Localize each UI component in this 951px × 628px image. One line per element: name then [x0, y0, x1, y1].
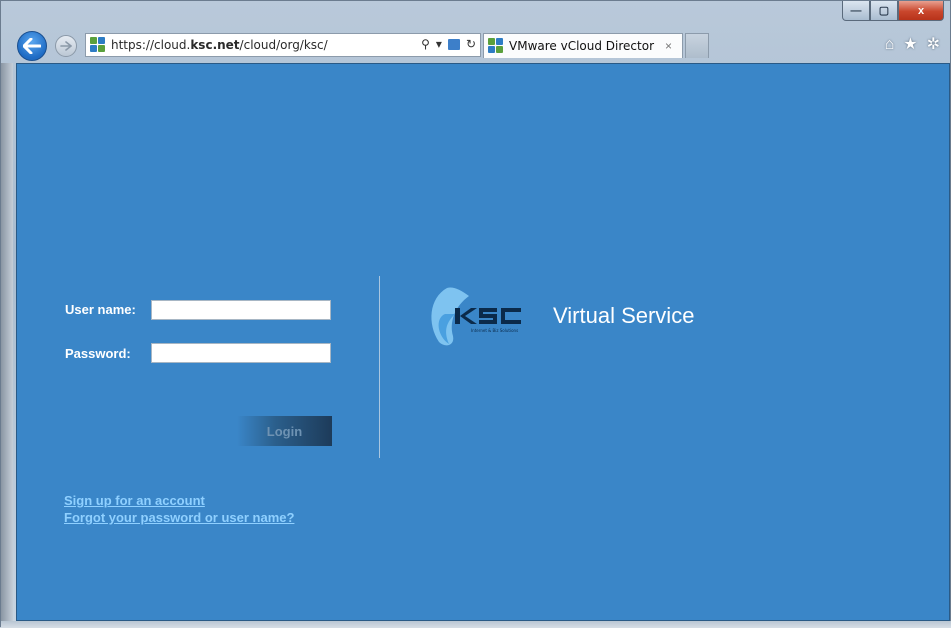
url-prefix: https://cloud. [111, 38, 191, 52]
tab-vcloud-director[interactable]: VMware vCloud Director × [483, 33, 683, 58]
caption-buttons: — ▢ x [842, 1, 944, 21]
minimize-button[interactable]: — [842, 1, 870, 21]
vmware-site-icon [90, 37, 106, 53]
refresh-icon[interactable]: ↻ [466, 37, 476, 51]
brand-name: Virtual Service [553, 303, 695, 328]
logo-lettering: Internet & Biz Solutions [455, 308, 521, 333]
back-button[interactable] [17, 31, 47, 61]
password-input[interactable] [151, 343, 331, 363]
url-suffix: /cloud/org/ksc/ [239, 38, 328, 52]
gear-icon[interactable]: ✲ [927, 37, 940, 53]
vertical-divider [379, 276, 380, 458]
address-bar-icons: ⚲ ▾ ↻ [421, 37, 476, 51]
search-icon[interactable]: ⚲ [421, 37, 430, 51]
maximize-button[interactable]: ▢ [870, 1, 898, 21]
vmware-tab-icon [488, 38, 504, 54]
home-icon[interactable]: ⌂ [885, 37, 895, 53]
page-content: User name: Password: Login Internet & Bi… [16, 63, 950, 621]
password-label: Password: [65, 346, 131, 361]
logo-tagline: Internet & Biz Solutions [471, 328, 518, 333]
login-button[interactable]: Login [237, 416, 332, 446]
browser-toolbar: ⌂ ★ ✲ [885, 37, 940, 53]
ksc-logo: Internet & Biz Solutions [431, 287, 521, 346]
close-window-button[interactable]: x [898, 1, 944, 21]
address-bar[interactable]: https://cloud.ksc.net/cloud/org/ksc/ ⚲ ▾… [85, 33, 481, 57]
username-label: User name: [65, 302, 136, 317]
tab-title: VMware vCloud Director [509, 39, 654, 53]
browser-window: — ▢ x https://cloud.ksc.net/cloud/org/ks… [0, 0, 951, 628]
window-left-edge [1, 63, 13, 628]
url-domain: ksc.net [190, 38, 240, 52]
username-input[interactable] [151, 300, 331, 320]
compatibility-icon[interactable] [447, 38, 460, 50]
favorites-star-icon[interactable]: ★ [903, 37, 917, 53]
url-text[interactable]: https://cloud.ksc.net/cloud/org/ksc/ [111, 38, 328, 52]
chevron-down-icon[interactable]: ▾ [436, 37, 442, 51]
arrow-right-icon [60, 41, 72, 51]
arrow-left-icon [23, 38, 41, 54]
signup-link[interactable]: Sign up for an account [64, 493, 205, 508]
new-tab-button[interactable] [685, 33, 709, 58]
close-tab-icon[interactable]: × [665, 39, 672, 53]
forgot-password-link[interactable]: Forgot your password or user name? [64, 510, 294, 525]
forward-button[interactable] [55, 35, 77, 57]
